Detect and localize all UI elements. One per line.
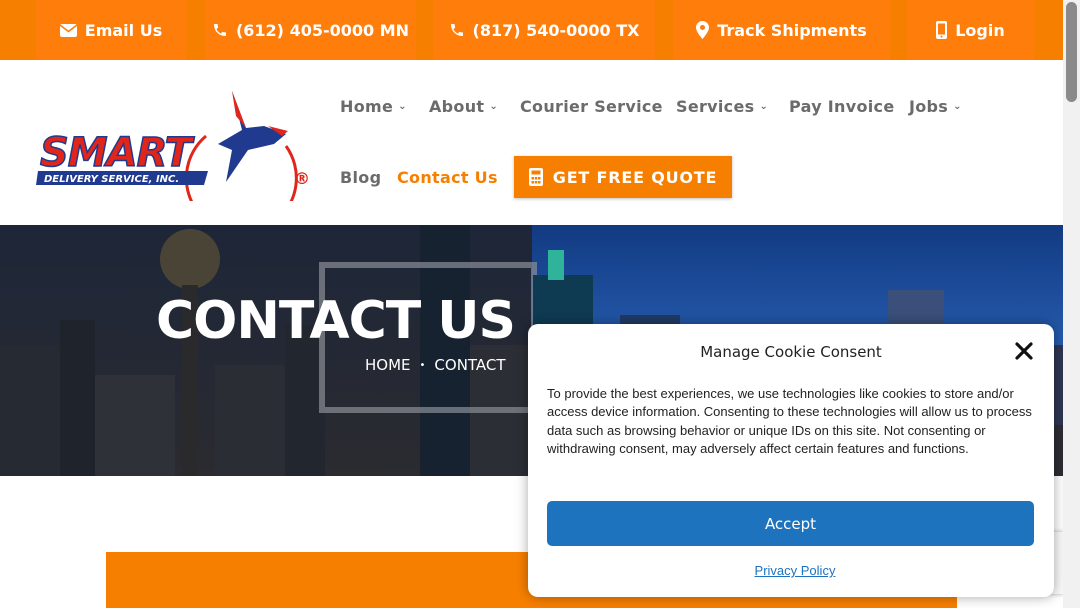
- envelope-icon: [59, 23, 77, 37]
- site-header: SMART DELIVERY SERVICE, INC. ® Home ⌄ Abo…: [0, 60, 1063, 235]
- nav-jobs[interactable]: Jobs ⌄: [909, 97, 962, 116]
- phone-mn-label: (612) 405-0000 MN: [235, 20, 410, 40]
- email-us-button[interactable]: Email Us: [36, 0, 186, 60]
- breadcrumb-separator: •: [419, 359, 426, 371]
- nav-services[interactable]: Services ⌄: [676, 97, 768, 116]
- map-marker-icon: [696, 21, 710, 39]
- privacy-policy-link[interactable]: Privacy Policy: [528, 563, 1062, 578]
- get-free-quote-label: GET FREE QUOTE: [552, 167, 718, 187]
- breadcrumb-home-link[interactable]: HOME: [365, 356, 411, 374]
- svg-text:SMART: SMART: [40, 130, 195, 176]
- accept-button[interactable]: Accept: [547, 501, 1034, 546]
- nav-blog[interactable]: Blog: [340, 168, 381, 187]
- cookie-consent-dialog: Manage Cookie Consent To provide the bes…: [528, 324, 1054, 597]
- get-free-quote-button[interactable]: GET FREE QUOTE: [514, 156, 732, 198]
- phone-icon: [213, 24, 226, 36]
- top-contact-bar: Email Us (612) 405-0000 MN (817) 540-000…: [0, 0, 1063, 60]
- track-shipments-button[interactable]: Track Shipments: [673, 0, 890, 60]
- phone-icon: [450, 24, 463, 36]
- page-scrollbar[interactable]: [1063, 0, 1080, 608]
- nav-pay-invoice[interactable]: Pay Invoice: [789, 97, 895, 116]
- svg-text:DELIVERY SERVICE, INC.: DELIVERY SERVICE, INC.: [44, 174, 179, 185]
- chevron-down-icon: ⌄: [953, 101, 962, 112]
- nav-about[interactable]: About ⌄: [429, 97, 498, 116]
- breadcrumb-current: CONTACT: [434, 356, 506, 374]
- phone-tx-button[interactable]: (817) 540-0000 TX: [433, 0, 655, 60]
- cookie-dialog-body: To provide the best experiences, we use …: [547, 386, 1032, 456]
- nav-contact-us[interactable]: Contact Us: [397, 168, 498, 187]
- chevron-down-icon: ⌄: [398, 101, 407, 112]
- phone-tx-label: (817) 540-0000 TX: [472, 20, 640, 40]
- cookie-dialog-title: Manage Cookie Consent: [700, 343, 882, 361]
- phone-mn-button[interactable]: (612) 405-0000 MN: [205, 0, 416, 60]
- page-title: CONTACT US: [156, 291, 516, 351]
- email-us-label: Email Us: [84, 20, 163, 40]
- login-button[interactable]: Login: [907, 0, 1034, 60]
- track-shipments-label: Track Shipments: [717, 20, 867, 40]
- chevron-down-icon: ⌄: [489, 101, 499, 112]
- login-label: Login: [955, 20, 1005, 40]
- breadcrumb: HOME • CONTACT: [365, 356, 506, 374]
- nav-home[interactable]: Home ⌄: [340, 97, 407, 116]
- nav-courier-service[interactable]: Courier Service: [520, 97, 663, 116]
- smart-delivery-logo[interactable]: SMART DELIVERY SERVICE, INC. ®: [36, 86, 316, 235]
- close-icon[interactable]: [1013, 340, 1035, 362]
- calculator-icon: [528, 168, 543, 186]
- chevron-down-icon: ⌄: [759, 101, 769, 112]
- svg-text:®: ®: [294, 169, 310, 188]
- mobile-icon: [936, 21, 948, 39]
- scrollbar-thumb[interactable]: [1066, 2, 1077, 102]
